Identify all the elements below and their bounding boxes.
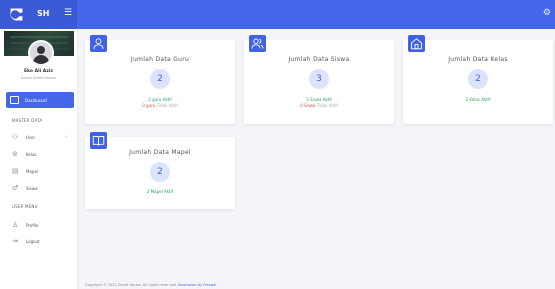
active-count: 2 guru Aktif [148,97,172,102]
count-circle: 3 [309,69,329,89]
top-navbar: SH ☰ ⚙ [0,0,555,29]
gear-icon[interactable]: ⚙ [543,8,551,18]
card-title: Jumlah Data Mapel [129,149,191,156]
sidebar-item-label: User [26,135,36,140]
sidebar: Eko Ali Aziz Admin Smart House Dashboard… [0,29,78,289]
book-icon: ▤ [12,167,19,175]
avatar [28,40,54,66]
sidebar-item-profile[interactable]: ♙ Profile [12,221,72,231]
card-title: Jumlah Data Siswa [288,56,350,63]
copyright-text: Copyright © 2022 Smart House. All rights… [85,283,177,287]
badge [249,35,266,52]
hamburger-icon[interactable]: ☰ [64,8,72,18]
home-icon [411,38,422,50]
sidebar-item-label: Profile [26,223,39,228]
count-circle: 2 [468,69,488,89]
class-icon: ⊚ [12,150,18,158]
profile-icon: ♙ [12,221,19,229]
section-master-data: MASTER DATA [12,118,43,123]
card-kelas: Jumlah Data Kelas 2 2 Kelas Aktif [403,35,553,124]
active-count: 2 Kelas Aktif [465,97,491,102]
inactive-label: Tidak Aktif [316,103,338,108]
active-count: 3 Siswa Aktif [306,97,332,102]
sidebar-item-label: Siswa [26,186,38,191]
card-guru: Jumlah Data Guru 2 2 guru Aktif 0 guru T… [85,35,235,124]
chevron-right-icon: › [65,134,67,140]
badge [408,35,425,52]
brand-area: SH ☰ [0,0,77,29]
sidebar-item-siswa[interactable]: ♂ Siswa [12,184,72,194]
sidebar-item-label: Logout [26,239,40,244]
user-role: Admin Smart House [21,76,56,80]
user-icon [93,38,104,50]
card-title: Jumlah Data Kelas [448,56,508,63]
section-user-menu: USER MENU [12,204,38,209]
sidebar-item-mapel[interactable]: ▤ Mapel [12,167,72,177]
sidebar-item-dashboard[interactable]: Dashboard [6,92,74,108]
active-count: 2 Mapel Aktif [146,189,174,194]
sidebar-item-kelas[interactable]: ⊚ Kelas [12,150,72,160]
users-icon: ⚇ [12,133,19,141]
freepik-link[interactable]: Illustration by Freepik [178,283,216,287]
sidebar-item-label: Dashboard [25,98,47,103]
card-mapel: Jumlah Data Mapel 2 2 Mapel Aktif [85,132,235,209]
inactive-label: Tidak Aktif [156,103,178,108]
logout-icon: ⇥ [12,237,18,245]
student-icon: ♂ [12,184,19,192]
inactive-count: 0 guru Tidak Aktif [85,103,235,108]
card-title: Jumlah Data Guru [130,56,190,63]
badge [90,35,107,52]
inactive-number: 0 guru [142,103,156,108]
card-siswa: Jumlah Data Siswa 3 3 Siswa Aktif 0 Sisw… [244,35,394,124]
book-icon [92,136,105,146]
count-circle: 2 [150,162,170,182]
brand-name: SH [37,9,50,18]
inactive-number: 0 Siswa [300,103,316,108]
sidebar-item-label: Mapel [26,169,39,174]
monitor-icon [10,96,19,104]
inactive-count: 0 Siswa Tidak Aktif [244,103,394,108]
sidebar-item-user[interactable]: ⚇ User › [12,133,72,143]
sidebar-item-logout[interactable]: ⇥ Logout [12,237,72,247]
footer: Copyright © 2022 Smart House. All rights… [85,283,216,287]
user-name: Eko Ali Aziz [23,69,53,74]
logo-icon [10,8,23,21]
badge [90,132,107,149]
count-circle: 2 [150,69,170,89]
users-icon [251,38,264,49]
sidebar-item-label: Kelas [26,152,37,157]
